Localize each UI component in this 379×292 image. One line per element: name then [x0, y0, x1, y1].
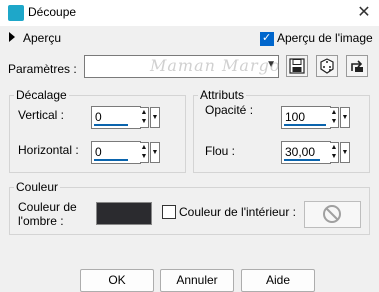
watermark-text: Maman Margo	[150, 56, 281, 75]
opacity-value: 100	[285, 110, 306, 124]
no-entry-icon	[323, 205, 341, 223]
preview-image-checkbox[interactable]	[260, 31, 274, 46]
opacity-input[interactable]: 100	[281, 106, 331, 129]
interior-color-label[interactable]: Couleur de l'intérieur :	[179, 205, 296, 219]
opacity-spin-buttons[interactable]: ▲ ▼	[330, 107, 339, 128]
blur-value: 30,00	[285, 145, 316, 159]
expand-triangle-icon[interactable]	[9, 32, 15, 42]
help-button[interactable]: Aide	[241, 269, 315, 292]
app-icon	[8, 5, 24, 21]
color-group-title: Couleur	[14, 180, 61, 194]
shadow-color-swatch[interactable]	[96, 202, 152, 225]
opacity-slider-bar[interactable]	[284, 124, 326, 126]
blur-dropdown-button[interactable]: ▼	[340, 142, 350, 163]
floppy-icon	[289, 58, 305, 74]
horizontal-slider-bar[interactable]	[94, 159, 128, 161]
offset-group-title: Décalage	[14, 88, 69, 102]
shadow-color-label: Couleur de l'ombre :	[18, 200, 77, 228]
vertical-slider-bar[interactable]	[94, 124, 128, 126]
blur-spin-buttons[interactable]: ▲ ▼	[330, 142, 339, 163]
vertical-value: 0	[95, 110, 102, 124]
params-label: Paramètres :	[8, 62, 77, 76]
horizontal-input[interactable]: 0	[91, 141, 141, 164]
horizontal-label: Horizontal :	[18, 143, 79, 157]
reset-icon	[351, 60, 363, 72]
blur-slider-bar[interactable]	[284, 159, 320, 161]
vertical-dropdown-button[interactable]: ▼	[150, 107, 160, 128]
vertical-label: Vertical :	[18, 108, 65, 122]
randomize-button[interactable]	[316, 55, 338, 77]
opacity-dropdown-button[interactable]: ▼	[340, 107, 350, 128]
horizontal-value: 0	[95, 145, 102, 159]
cancel-button[interactable]: Annuler	[160, 269, 234, 292]
close-icon[interactable]: ✕	[352, 2, 376, 24]
opacity-label: Opacité :	[205, 103, 254, 117]
apercu-toggle-label[interactable]: Aperçu	[23, 31, 61, 45]
window-title: Découpe	[28, 5, 77, 19]
dice-icon	[320, 58, 334, 74]
interior-color-swatch[interactable]	[304, 201, 361, 228]
attributes-group-title: Attributs	[198, 88, 247, 102]
horizontal-dropdown-button[interactable]: ▼	[150, 142, 160, 163]
horizontal-spin-buttons[interactable]: ▲ ▼	[140, 142, 149, 163]
vertical-input[interactable]: 0	[91, 106, 141, 129]
blur-input[interactable]: 30,00	[281, 141, 331, 164]
interior-color-checkbox[interactable]	[162, 205, 176, 219]
shadow-color-label-line1: Couleur de	[18, 200, 77, 214]
reset-button[interactable]	[346, 55, 368, 77]
ok-button[interactable]: OK	[80, 269, 154, 292]
save-preset-button[interactable]	[286, 55, 308, 77]
preview-image-label[interactable]: Aperçu de l'image	[277, 31, 373, 45]
vertical-spin-buttons[interactable]: ▲ ▼	[140, 107, 149, 128]
blur-label: Flou :	[205, 144, 236, 158]
shadow-color-label-line2: l'ombre :	[18, 214, 64, 228]
